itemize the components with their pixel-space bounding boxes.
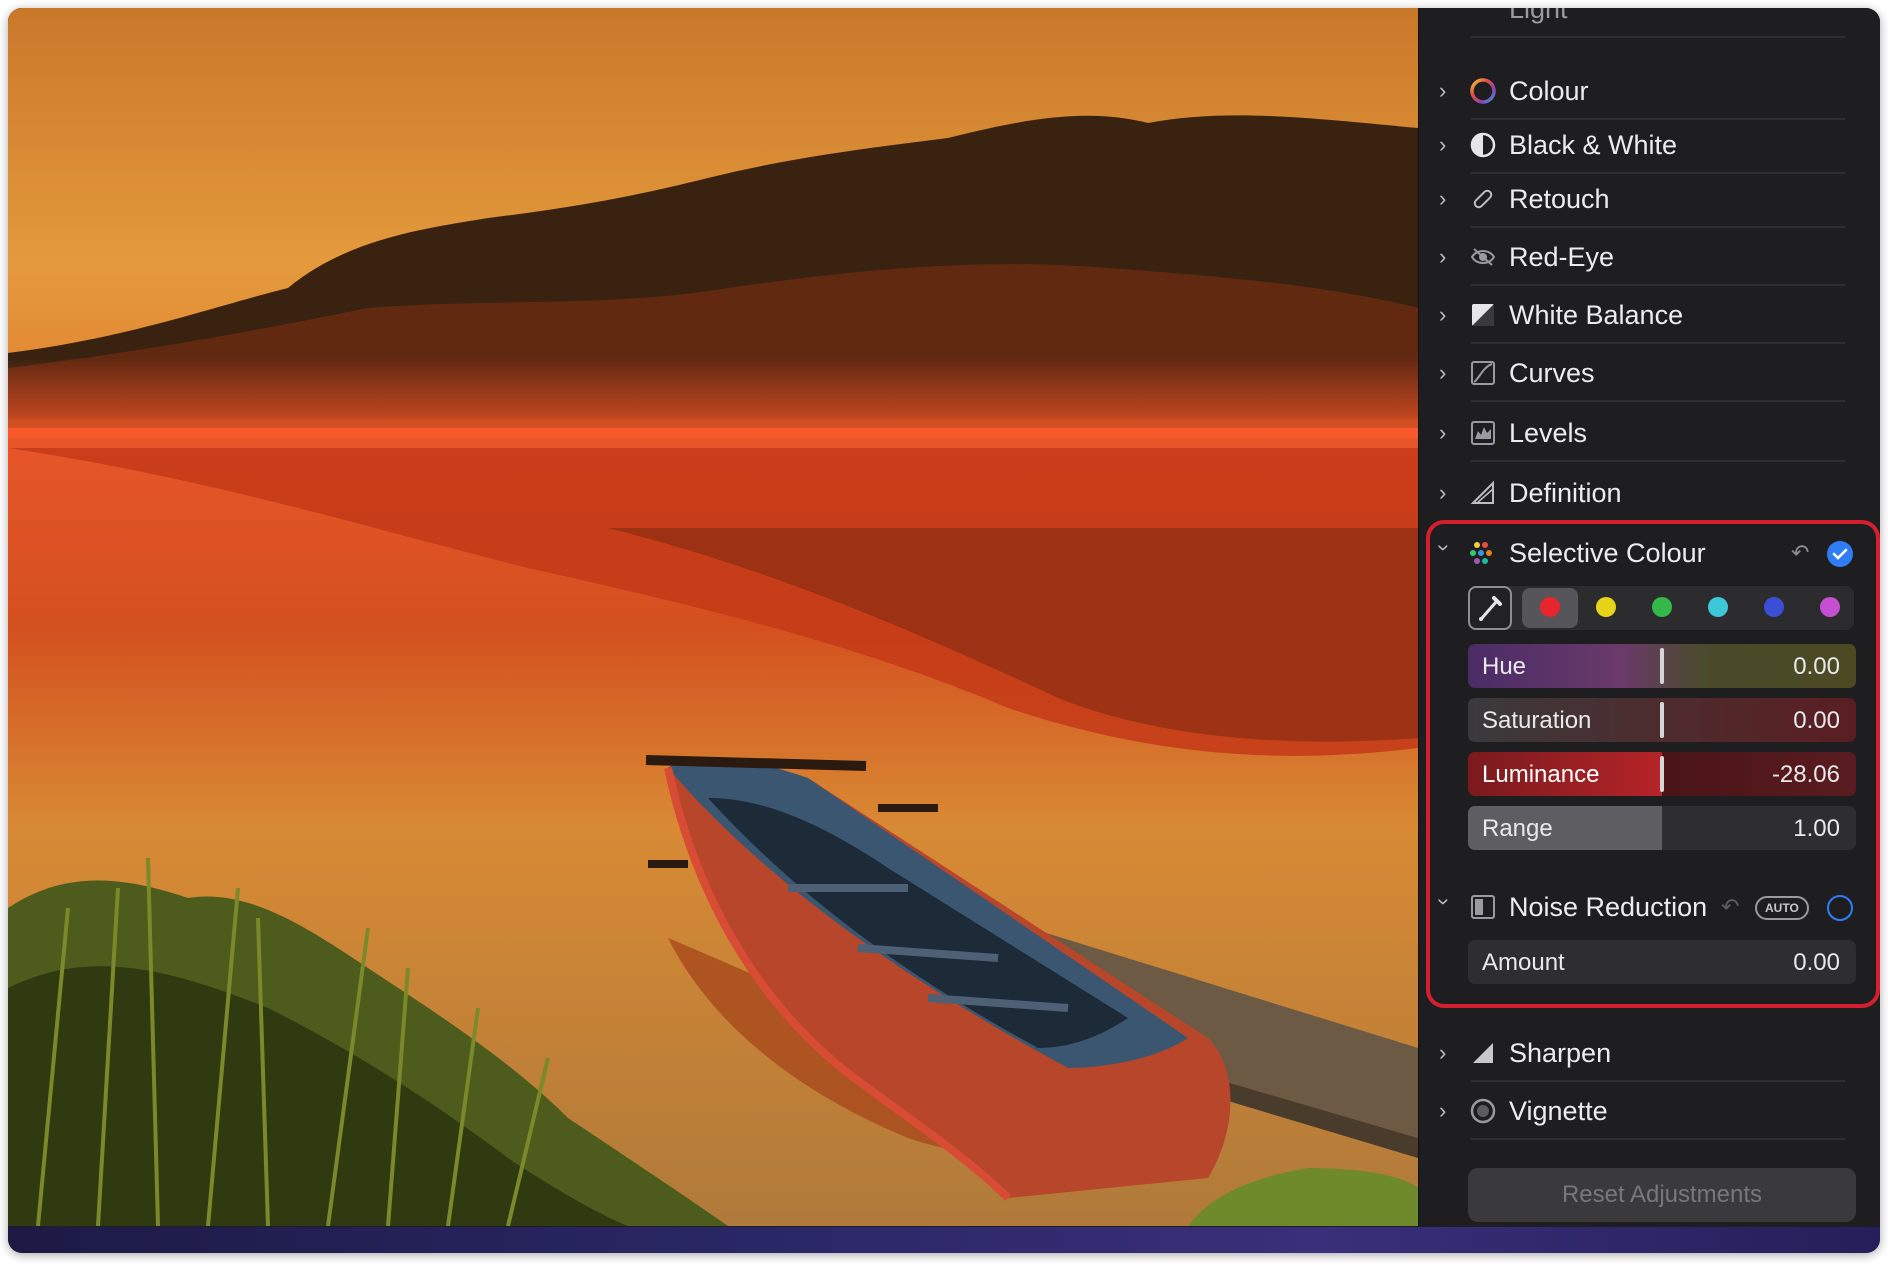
checkmark-icon — [1832, 548, 1848, 560]
white-balance-icon — [1469, 301, 1497, 329]
chevron-right-icon[interactable]: › — [1439, 246, 1453, 268]
slider-label: Luminance — [1482, 761, 1600, 788]
slider-label: Amount — [1482, 949, 1565, 976]
sidebar-item-label: Sharpen — [1509, 1038, 1612, 1068]
noise-reduction-enable-toggle[interactable] — [1827, 895, 1853, 921]
chevron-right-icon[interactable]: › — [1439, 1042, 1453, 1064]
desktop-background-strip — [8, 1227, 1880, 1253]
sidebar-item-levels[interactable]: › Levels — [1419, 404, 1880, 462]
slider-label: Range — [1482, 815, 1553, 842]
colour-ring-icon — [1469, 77, 1497, 105]
sidebar-item-label: Black & White — [1509, 130, 1678, 160]
eyedropper-button[interactable] — [1468, 586, 1512, 630]
half-circle-icon — [1469, 131, 1497, 159]
noise-amount-slider[interactable]: Amount 0.00 — [1468, 940, 1856, 984]
sidebar-item-black-white[interactable]: › Black & White — [1419, 116, 1880, 174]
vignette-icon — [1469, 1097, 1497, 1125]
chevron-right-icon[interactable]: › — [1439, 134, 1453, 156]
revert-icon[interactable]: ↶ — [1721, 894, 1739, 920]
photos-edit-window: Light › Colour › Black & White › Retouch… — [8, 8, 1880, 1253]
eyedropper-icon — [1479, 596, 1502, 621]
sidebar-item-definition[interactable]: › Definition — [1419, 464, 1880, 522]
bandage-icon — [1469, 185, 1497, 213]
sidebar-item-label: Red-Eye — [1509, 242, 1615, 272]
curves-icon — [1469, 359, 1497, 387]
selective-colour-header[interactable]: › Selective Colour ↶ — [1419, 524, 1880, 582]
levels-icon — [1469, 419, 1497, 447]
selective-colour-label: Selective Colour — [1509, 538, 1706, 568]
triangle-outline-icon — [1469, 479, 1497, 507]
hue-slider[interactable]: Hue 0.00 — [1468, 644, 1856, 688]
swatch-blue[interactable] — [1764, 597, 1784, 617]
selective-colour-dots-icon — [1469, 539, 1497, 567]
sidebar-item-label: Levels — [1509, 418, 1588, 448]
sidebar-item-light[interactable]: Light — [1419, 8, 1880, 38]
noise-reduction-label: Noise Reduction — [1509, 892, 1708, 922]
photo-canvas[interactable] — [8, 8, 1418, 1226]
sidebar-item-curves[interactable]: › Curves — [1419, 344, 1880, 402]
chevron-right-icon[interactable]: › — [1439, 422, 1453, 444]
lake-boat-photo — [8, 8, 1418, 1226]
sidebar-item-label: White Balance — [1509, 300, 1684, 330]
sidebar-item-vignette[interactable]: › Vignette — [1419, 1082, 1880, 1140]
reset-adjustments-button[interactable]: Reset Adjustments — [1468, 1168, 1856, 1222]
slider-value: 0.00 — [1793, 653, 1840, 680]
swatch-red[interactable] — [1540, 597, 1560, 617]
sidebar-item-label: Colour — [1509, 76, 1589, 106]
slider-label: Hue — [1482, 653, 1527, 680]
noise-reduction-header[interactable]: › Noise Reduction ↶ AUTO — [1419, 878, 1880, 936]
slider-value: 0.00 — [1793, 707, 1840, 734]
range-slider[interactable]: Range 1.00 — [1468, 806, 1856, 850]
sidebar-item-retouch[interactable]: › Retouch — [1419, 170, 1880, 228]
slider-label: Saturation — [1482, 707, 1592, 734]
chevron-right-icon[interactable]: › — [1439, 1100, 1453, 1122]
chevron-down-icon[interactable]: › — [1432, 544, 1457, 558]
sidebar-item-light-label: Light — [1509, 8, 1568, 24]
eye-icon — [1469, 243, 1497, 271]
luminance-slider-knob[interactable] — [1660, 756, 1664, 792]
swatch-cyan[interactable] — [1708, 597, 1728, 617]
sidebar-item-label: Curves — [1509, 358, 1595, 388]
sidebar-item-label: Vignette — [1509, 1096, 1608, 1126]
saturation-slider[interactable]: Saturation 0.00 — [1468, 698, 1856, 742]
swatch-yellow[interactable] — [1596, 597, 1616, 617]
saturation-slider-knob[interactable] — [1660, 702, 1664, 738]
swatch-green[interactable] — [1652, 597, 1672, 617]
sidebar-item-label: Definition — [1509, 478, 1622, 508]
chevron-right-icon[interactable]: › — [1439, 188, 1453, 210]
hue-slider-knob[interactable] — [1660, 648, 1664, 684]
chevron-right-icon[interactable]: › — [1439, 482, 1453, 504]
auto-button[interactable]: AUTO — [1755, 896, 1809, 920]
chevron-right-icon[interactable]: › — [1439, 362, 1453, 384]
sidebar-item-sharpen[interactable]: › Sharpen — [1419, 1024, 1880, 1082]
swatch-magenta[interactable] — [1820, 597, 1840, 617]
sidebar-item-label: Retouch — [1509, 184, 1610, 214]
selective-colour-enable-toggle[interactable] — [1827, 541, 1853, 567]
noise-reduction-icon — [1469, 893, 1497, 921]
sidebar-item-red-eye[interactable]: › Red-Eye — [1419, 228, 1880, 286]
chevron-right-icon[interactable]: › — [1439, 80, 1453, 102]
sidebar-item-colour[interactable]: › Colour — [1419, 62, 1880, 120]
sidebar-item-white-balance[interactable]: › White Balance — [1419, 286, 1880, 344]
luminance-slider[interactable]: Luminance -28.06 — [1468, 752, 1856, 796]
triangle-filled-icon — [1469, 1039, 1497, 1067]
slider-value: -28.06 — [1771, 761, 1840, 788]
chevron-down-icon[interactable]: › — [1432, 898, 1457, 912]
revert-icon[interactable]: ↶ — [1791, 540, 1809, 566]
slider-value: 0.00 — [1793, 949, 1840, 976]
chevron-right-icon[interactable]: › — [1439, 304, 1453, 326]
slider-value: 1.00 — [1793, 815, 1840, 842]
